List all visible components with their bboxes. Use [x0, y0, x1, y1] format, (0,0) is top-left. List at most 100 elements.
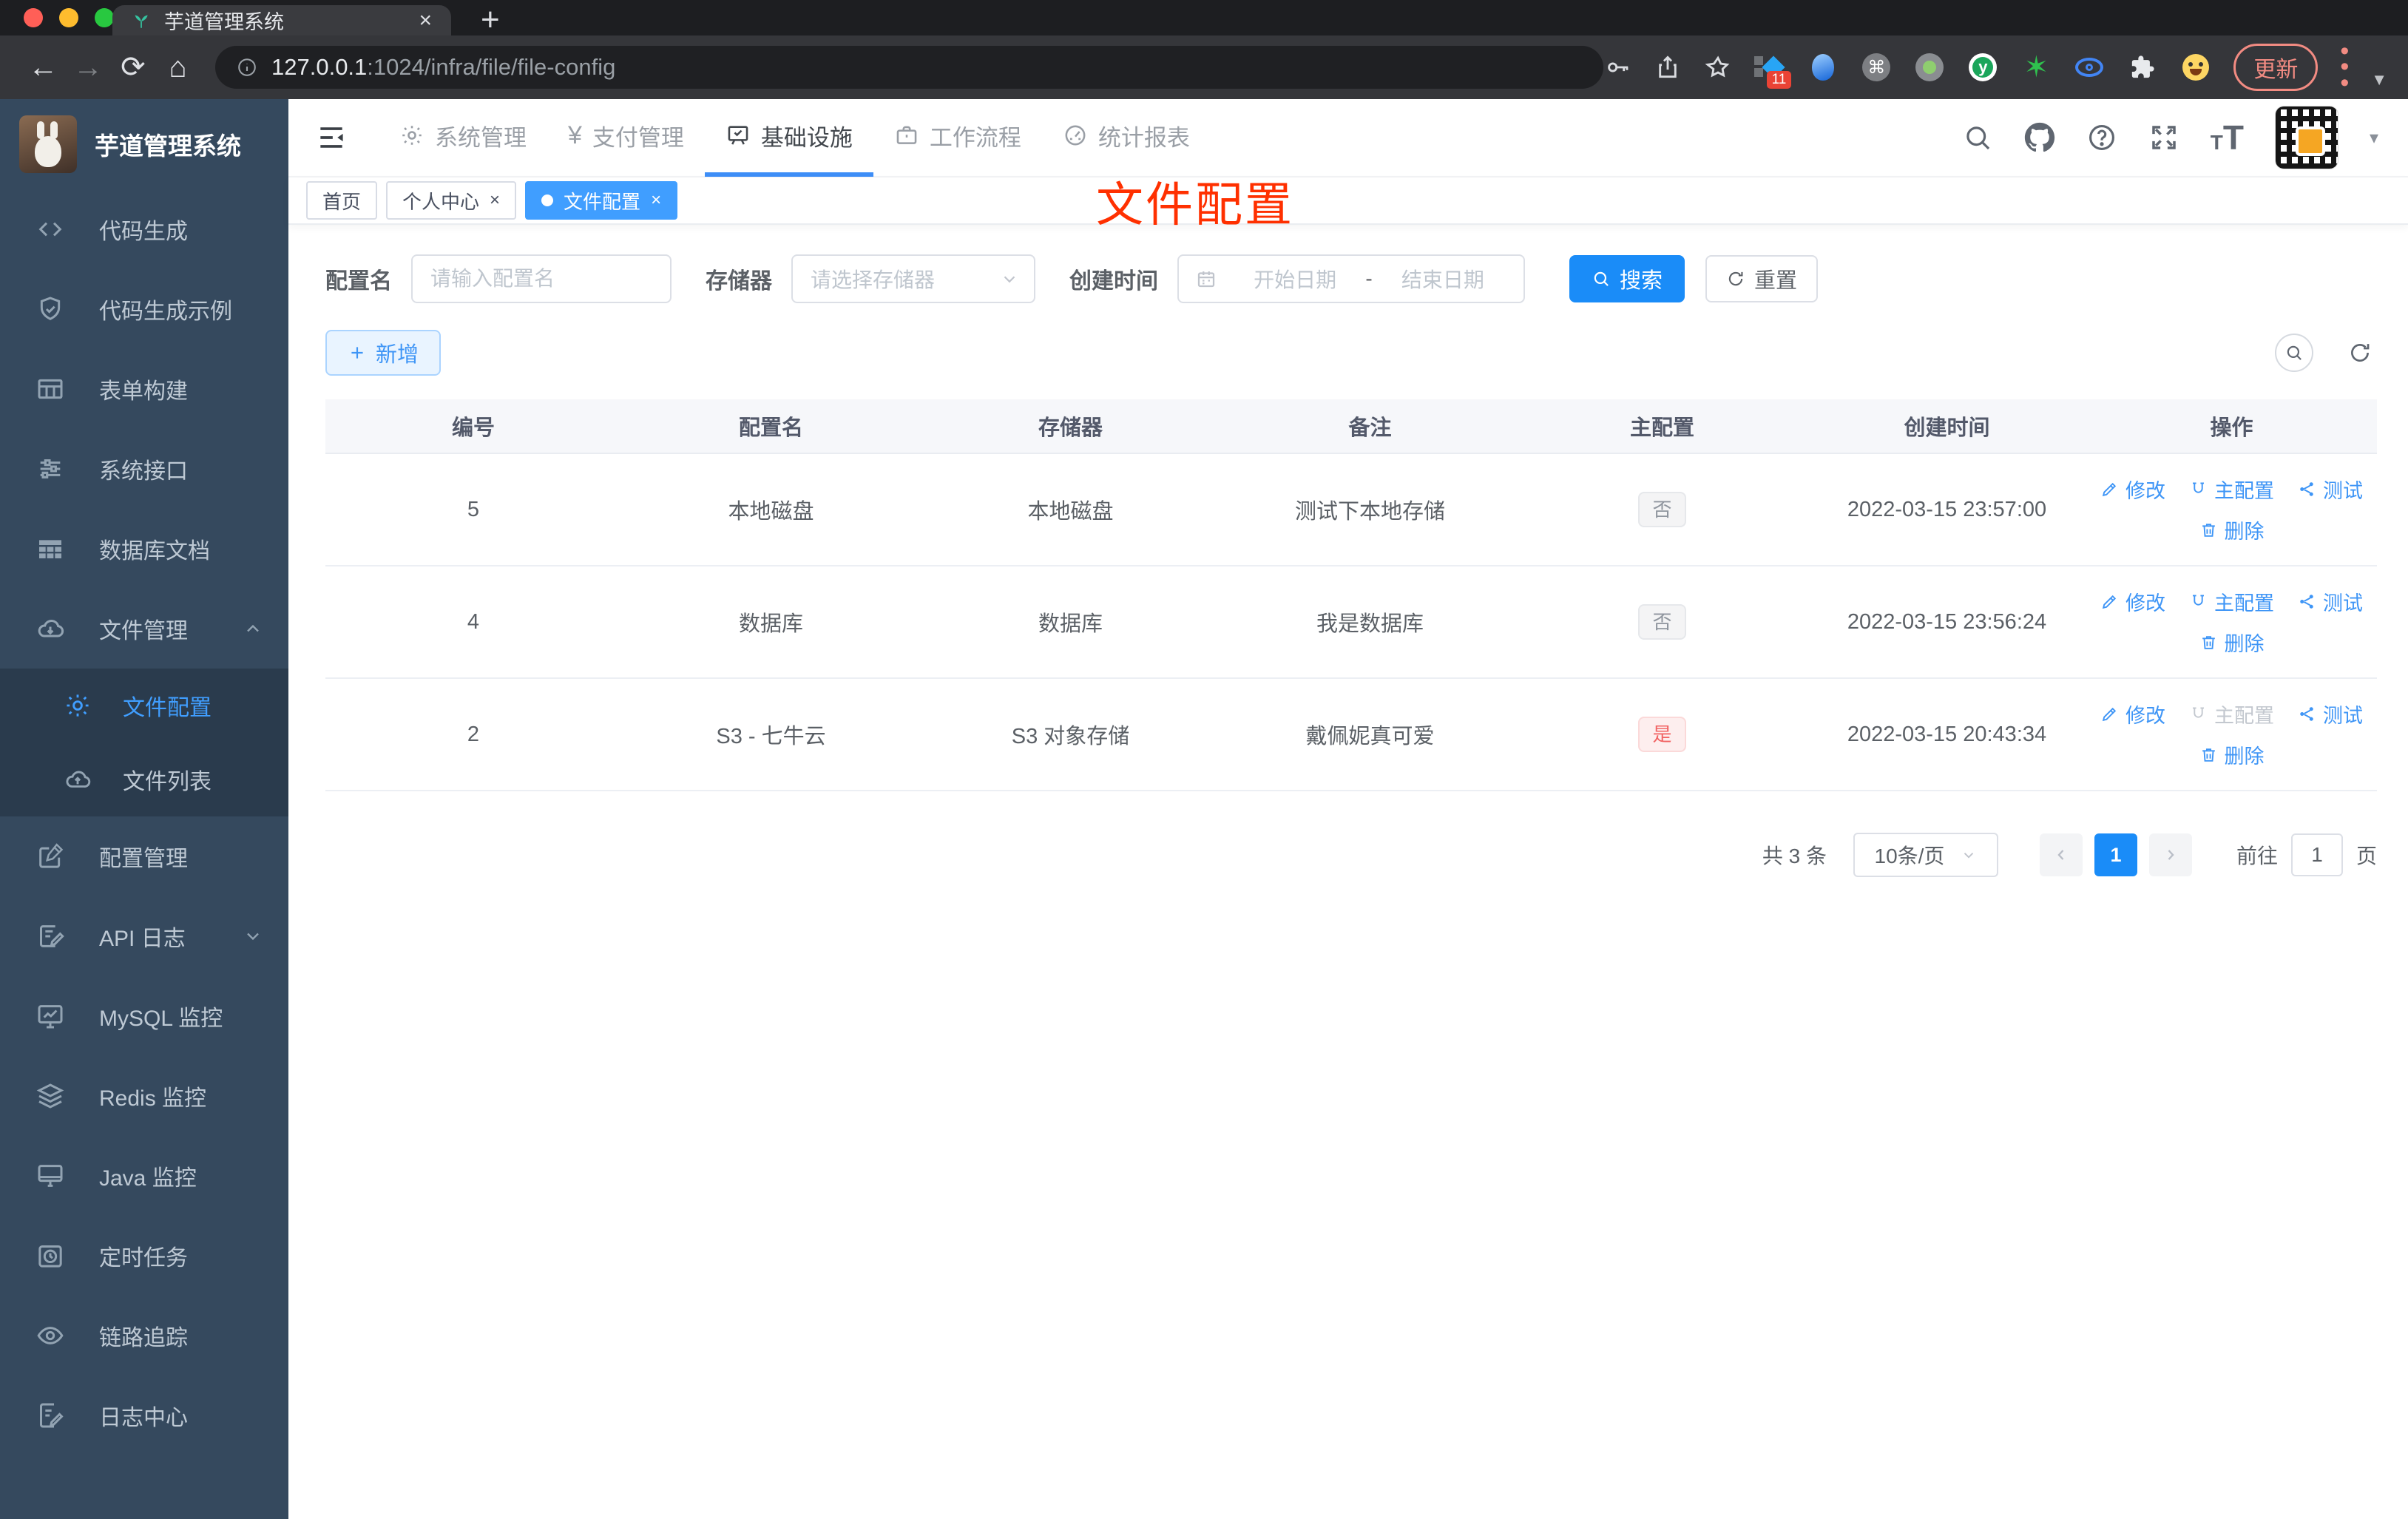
toggle-search-button[interactable]: [2275, 334, 2313, 372]
font-size-icon[interactable]: TT: [2211, 121, 2244, 155]
extension-star-icon[interactable]: ✶: [2020, 51, 2052, 84]
edit-button[interactable]: 修改: [2100, 700, 2165, 728]
nav-item-payment[interactable]: ¥ 支付管理: [547, 98, 705, 177]
extension-eye-icon[interactable]: [2074, 52, 2105, 83]
delete-button[interactable]: 删除: [2199, 628, 2265, 657]
current-page-button[interactable]: 1: [2094, 833, 2137, 876]
master-tag: 否: [1638, 492, 1686, 527]
avatar-caret-icon[interactable]: ▾: [2370, 127, 2378, 149]
delete-button[interactable]: 删除: [2199, 515, 2265, 544]
calendar-icon: [1197, 271, 1215, 288]
sidebar-item-system-api[interactable]: 系统接口: [0, 429, 288, 509]
test-button[interactable]: 测试: [2298, 587, 2363, 616]
profile-avatar-emoji-icon[interactable]: [2180, 52, 2211, 83]
chrome-update-button[interactable]: 更新: [2233, 44, 2319, 91]
bookmark-star-icon[interactable]: [1704, 53, 1732, 81]
home-icon[interactable]: ⌂: [155, 51, 200, 84]
test-button[interactable]: 测试: [2298, 700, 2363, 728]
reset-button[interactable]: 重置: [1705, 255, 1819, 302]
tag-file-config[interactable]: 文件配置 ×: [525, 181, 678, 220]
extension-command-icon[interactable]: ⌘: [1861, 52, 1892, 83]
window-zoom-button[interactable]: [95, 8, 114, 27]
address-bar[interactable]: 127.0.0.1:1024/infra/file/file-config: [215, 46, 1604, 89]
next-page-button[interactable]: [2148, 833, 2192, 876]
extension-y-icon[interactable]: y: [1967, 52, 1998, 83]
new-tab-button[interactable]: +: [481, 1, 500, 38]
edit-button[interactable]: 修改: [2100, 587, 2165, 616]
delete-button[interactable]: 删除: [2199, 740, 2265, 769]
storage-select[interactable]: 请选择存储器: [791, 254, 1035, 303]
user-avatar[interactable]: [2274, 106, 2338, 169]
sidebar-item-file-config[interactable]: 文件配置: [0, 669, 288, 742]
forward-icon[interactable]: →: [66, 51, 111, 84]
sidebar-item-form-builder[interactable]: 表单构建: [0, 349, 288, 429]
search-icon: [1594, 271, 1609, 286]
edit-button[interactable]: 修改: [2100, 475, 2165, 504]
tab-title: 芋道管理系统: [164, 11, 284, 33]
chevron-down-icon: [1004, 276, 1015, 283]
cell-master: 否: [1520, 492, 1805, 527]
sidebar-item-log-center[interactable]: 日志中心: [0, 1376, 288, 1455]
sidebar-item-api-logs[interactable]: API 日志: [0, 896, 288, 976]
share-icon[interactable]: [1654, 53, 1682, 81]
github-icon[interactable]: [2024, 122, 2055, 153]
date-range-picker[interactable]: 开始日期 - 结束日期: [1177, 254, 1525, 303]
sidebar-item-mysql-monitor[interactable]: MySQL 监控: [0, 976, 288, 1056]
set-master-button[interactable]: 主配置: [2189, 475, 2274, 504]
extension-balloon-icon[interactable]: [1807, 52, 1839, 83]
search-icon[interactable]: [1962, 122, 1993, 153]
test-button[interactable]: 测试: [2298, 475, 2363, 504]
tag-home[interactable]: 首页: [306, 181, 378, 220]
password-key-icon[interactable]: [1603, 53, 1631, 81]
extension-gray-green-icon[interactable]: [1914, 52, 1945, 83]
close-icon[interactable]: ×: [651, 192, 661, 209]
chrome-menu-icon[interactable]: • • •: [2340, 38, 2349, 95]
sidebar-item-trace[interactable]: 链路追踪: [0, 1296, 288, 1376]
sidebar-collapse-icon[interactable]: [315, 121, 348, 154]
tag-profile[interactable]: 个人中心 ×: [386, 181, 517, 220]
extensions-puzzle-icon[interactable]: [2127, 52, 2158, 83]
sidebar-item-scheduled-tasks[interactable]: 定时任务: [0, 1216, 288, 1296]
add-button[interactable]: 新增: [325, 330, 442, 376]
tab-close-icon[interactable]: ×: [419, 8, 432, 33]
window-minimize-button[interactable]: [59, 8, 78, 27]
fullscreen-icon[interactable]: [2148, 122, 2179, 153]
sidebar-item-file-management[interactable]: 文件管理: [0, 589, 288, 669]
cell-id: 2: [467, 722, 480, 746]
close-icon[interactable]: ×: [490, 192, 500, 209]
browser-tab[interactable]: 芋道管理系统 ×: [112, 5, 451, 35]
refresh-table-button[interactable]: [2347, 340, 2373, 365]
page-size-select[interactable]: 10条/页: [1853, 833, 1998, 877]
goto-page-input[interactable]: [2290, 833, 2343, 876]
prev-page-button[interactable]: [2039, 833, 2083, 876]
help-icon[interactable]: [2086, 122, 2117, 153]
cell-remark: 我是数据库: [1316, 612, 1424, 636]
set-master-button[interactable]: 主配置: [2189, 587, 2274, 616]
info-icon[interactable]: [236, 56, 258, 78]
sidebar-item-file-list[interactable]: 文件列表: [0, 742, 288, 816]
plus-icon: [351, 347, 363, 359]
nav-item-system[interactable]: 系统管理: [379, 98, 547, 177]
config-name-input[interactable]: [411, 254, 672, 303]
extension-tag-assistant-icon[interactable]: 11: [1754, 52, 1792, 89]
sidebar-item-code-generation[interactable]: 代码生成: [0, 189, 288, 269]
th-master: 主配置: [1629, 416, 1694, 440]
window-dropdown-caret-icon[interactable]: ▼: [2371, 70, 2387, 89]
sidebar-item-java-monitor[interactable]: Java 监控: [0, 1136, 288, 1216]
sidebar: 芋道管理系统 代码生成 代码生成示例 表单构建 系统接口 数据库文档 文件管理: [0, 99, 288, 1519]
cell-name: S3 - 七牛云: [716, 725, 826, 748]
sidebar-item-code-example[interactable]: 代码生成示例: [0, 269, 288, 349]
sidebar-item-db-doc[interactable]: 数据库文档: [0, 509, 288, 589]
sidebar-logo[interactable]: 芋道管理系统: [0, 99, 288, 189]
nav-item-reports[interactable]: 统计报表: [1042, 98, 1211, 177]
nav-item-infrastructure[interactable]: 基础设施: [704, 98, 873, 177]
reload-icon[interactable]: ⟳: [111, 50, 156, 84]
nav-item-workflow[interactable]: 工作流程: [873, 98, 1042, 177]
back-icon[interactable]: ←: [21, 51, 66, 84]
search-button[interactable]: 搜索: [1569, 255, 1685, 302]
sidebar-item-redis-monitor[interactable]: Redis 监控: [0, 1056, 288, 1136]
total-count: 共 3 条: [1762, 845, 1827, 867]
window-close-button[interactable]: [24, 8, 43, 27]
sidebar-item-config-management[interactable]: 配置管理: [0, 816, 288, 896]
grid-table-icon: [39, 540, 61, 558]
